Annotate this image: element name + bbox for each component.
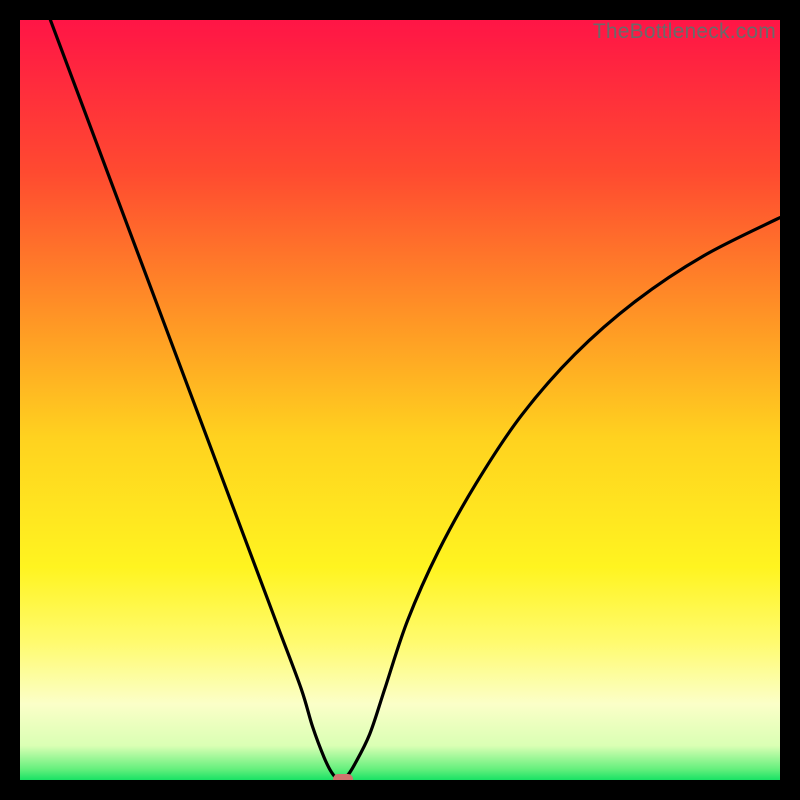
chart-background xyxy=(20,20,780,780)
bottleneck-chart xyxy=(20,20,780,780)
watermark-text: TheBottleneck.com xyxy=(593,20,776,44)
optimal-marker xyxy=(333,774,353,780)
chart-frame: TheBottleneck.com xyxy=(20,20,780,780)
